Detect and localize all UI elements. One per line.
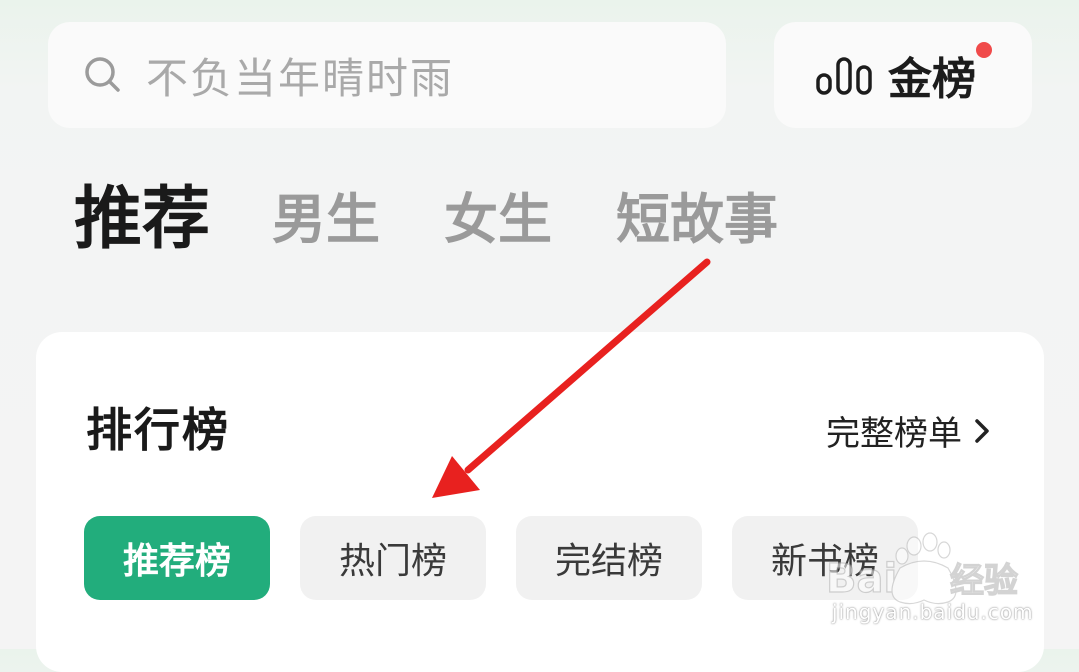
category-tabs: 推荐 男生 女生 短故事 bbox=[74, 180, 842, 260]
ranking-title: 排行榜 bbox=[86, 403, 230, 457]
notification-dot bbox=[976, 42, 992, 58]
search-placeholder: 不负当年晴时雨 bbox=[146, 53, 455, 103]
watermark-url: jingyan.baidu.com bbox=[832, 600, 1034, 624]
tab-female[interactable]: 女生 bbox=[444, 180, 552, 260]
gold-rank-label: 金榜 bbox=[888, 54, 976, 105]
gold-rank-button[interactable]: 金榜 bbox=[774, 22, 1032, 128]
chip-new-book-rank[interactable]: 新书榜 bbox=[732, 516, 918, 600]
chip-hot-rank[interactable]: 热门榜 bbox=[300, 516, 486, 600]
chevron-right-icon bbox=[975, 418, 989, 443]
chip-recommend-rank[interactable]: 推荐榜 bbox=[84, 516, 270, 600]
tab-short-stories[interactable]: 短故事 bbox=[616, 180, 778, 260]
tab-recommend[interactable]: 推荐 bbox=[74, 180, 210, 260]
full-list-label: 完整榜单 bbox=[826, 414, 962, 454]
tab-male[interactable]: 男生 bbox=[272, 180, 380, 260]
bar-chart-icon bbox=[816, 57, 872, 95]
full-list-link[interactable]: 完整榜单 bbox=[826, 406, 992, 455]
search-bar[interactable]: 不负当年晴时雨 bbox=[48, 22, 726, 128]
chip-finished-rank[interactable]: 完结榜 bbox=[516, 516, 702, 600]
search-icon bbox=[85, 57, 120, 92]
ranking-chips: 推荐榜 热门榜 完结榜 新书榜 bbox=[84, 516, 948, 600]
